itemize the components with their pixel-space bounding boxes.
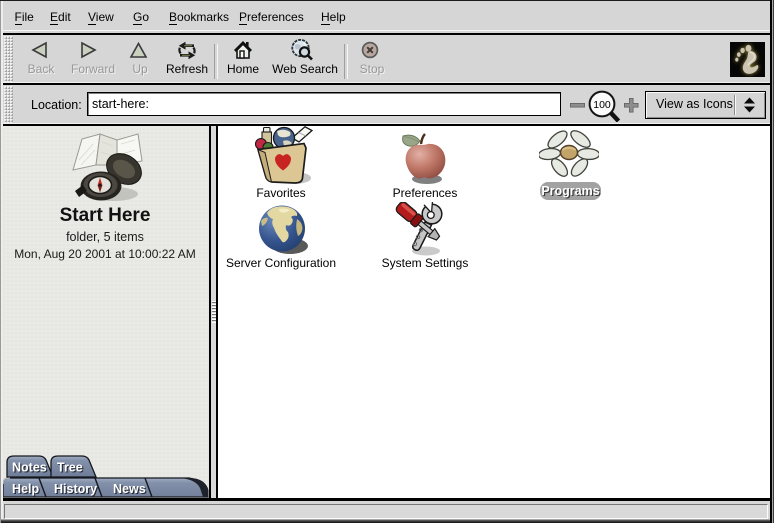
svg-text:News: News [113, 482, 146, 496]
svg-text:Notes: Notes [12, 461, 47, 475]
svg-text:Help: Help [12, 482, 39, 496]
svg-text:History: History [54, 482, 97, 496]
svg-text:Tree: Tree [57, 461, 83, 475]
svg-text:100: 100 [593, 99, 611, 111]
